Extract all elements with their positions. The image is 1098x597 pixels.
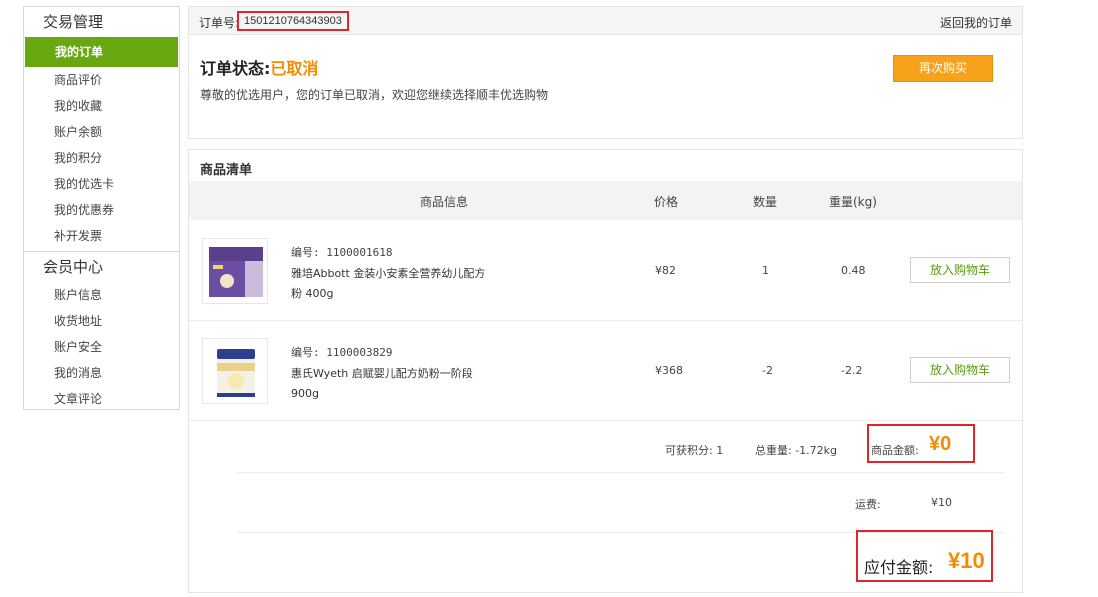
header-product-info: 商品信息 <box>420 195 469 209</box>
goods-amount: ¥0 <box>929 433 952 455</box>
product-name[interactable]: 惠氏Wyeth 启赋婴儿配方奶粉一阶段 900g <box>291 364 491 404</box>
sidebar-item-coupons[interactable]: 我的优惠券 <box>24 197 179 223</box>
total-weight: 总重量: -1.72kg <box>755 444 838 457</box>
table-row: 编号: 1100001618 雅培Abbott 金装小安素全营养幼儿配方粉 40… <box>189 221 1022 321</box>
payable-amount: ¥10 <box>948 548 985 573</box>
product-name[interactable]: 雅培Abbott 金装小安素全营养幼儿配方粉 400g <box>291 264 491 304</box>
sidebar-item-favorites[interactable]: 我的收藏 <box>24 93 179 119</box>
goods-table-header: 商品信息 价格 数量 重量(kg) <box>189 181 1022 220</box>
product-price: ¥368 <box>655 364 683 377</box>
header-price: 价格 <box>654 195 679 209</box>
sidebar-item-reviews[interactable]: 商品评价 <box>24 67 179 93</box>
goods-list-title: 商品清单 <box>200 163 253 178</box>
status-description: 尊敬的优选用户，您的订单已取消，欢迎您继续选择顺丰优选购物 <box>200 88 549 102</box>
order-header: 订单号: 1501210764343903 返回我的订单 <box>188 6 1023 35</box>
sidebar-item-cards[interactable]: 我的优选卡 <box>24 171 179 197</box>
order-status-panel: 订单状态:已取消 尊敬的优选用户，您的订单已取消，欢迎您继续选择顺丰优选购物 再… <box>188 36 1023 139</box>
product-price: ¥82 <box>655 264 676 277</box>
add-to-cart-button[interactable]: 放入购物车 <box>910 257 1010 283</box>
product-weight: -2.2 <box>841 364 863 377</box>
sidebar-item-comments[interactable]: 文章评论 <box>24 386 179 412</box>
status-value: 已取消 <box>270 59 319 78</box>
product-image[interactable] <box>202 338 268 404</box>
sidebar: 交易管理 我的订单 商品评价 我的收藏 账户余额 我的积分 我的优选卡 我的优惠… <box>23 6 180 410</box>
sidebar-item-my-orders[interactable]: 我的订单 <box>25 37 178 67</box>
status-label: 订单状态: <box>200 59 271 78</box>
shipping-label: 运费: <box>855 498 881 511</box>
header-quantity: 数量 <box>753 195 778 209</box>
summary-divider <box>237 472 1005 473</box>
product-quantity: -2 <box>762 364 773 377</box>
shipping-fee: ¥10 <box>931 496 952 509</box>
sidebar-section-member: 会员中心 <box>43 258 104 276</box>
sidebar-item-balance[interactable]: 账户余额 <box>24 119 179 145</box>
table-row: 编号: 1100003829 惠氏Wyeth 启赋婴儿配方奶粉一阶段 900g … <box>189 321 1022 421</box>
sidebar-item-points[interactable]: 我的积分 <box>24 145 179 171</box>
product-image[interactable] <box>202 238 268 304</box>
sidebar-item-invoice[interactable]: 补开发票 <box>24 223 179 249</box>
add-to-cart-button[interactable]: 放入购物车 <box>910 357 1010 383</box>
product-quantity: 1 <box>762 264 769 277</box>
product-id: 编号: 1100001618 <box>291 246 393 259</box>
order-number-label: 订单号: <box>199 16 240 30</box>
product-id: 编号: 1100003829 <box>291 346 393 359</box>
product-weight: 0.48 <box>841 264 866 277</box>
sidebar-section-trade: 交易管理 <box>43 13 104 31</box>
points-earned: 可获积分: 1 <box>665 444 724 457</box>
sidebar-item-security[interactable]: 账户安全 <box>24 334 179 360</box>
goods-amount-label: 商品金额: <box>871 444 919 457</box>
rebuy-button[interactable]: 再次购买 <box>893 55 993 82</box>
sidebar-item-address[interactable]: 收货地址 <box>24 308 179 334</box>
order-number: 1501210764343903 <box>237 11 349 31</box>
goods-list: 商品清单 商品信息 价格 数量 重量(kg) 编号: 1100001618 雅培… <box>188 149 1023 593</box>
back-to-orders-link[interactable]: 返回我的订单 <box>940 14 1012 31</box>
sidebar-item-messages[interactable]: 我的消息 <box>24 360 179 386</box>
sidebar-item-account-info[interactable]: 账户信息 <box>24 282 179 308</box>
payable-label: 应付金额: <box>864 558 934 577</box>
header-weight: 重量(kg) <box>829 195 877 209</box>
order-status-title: 订单状态:已取消 <box>200 55 318 79</box>
